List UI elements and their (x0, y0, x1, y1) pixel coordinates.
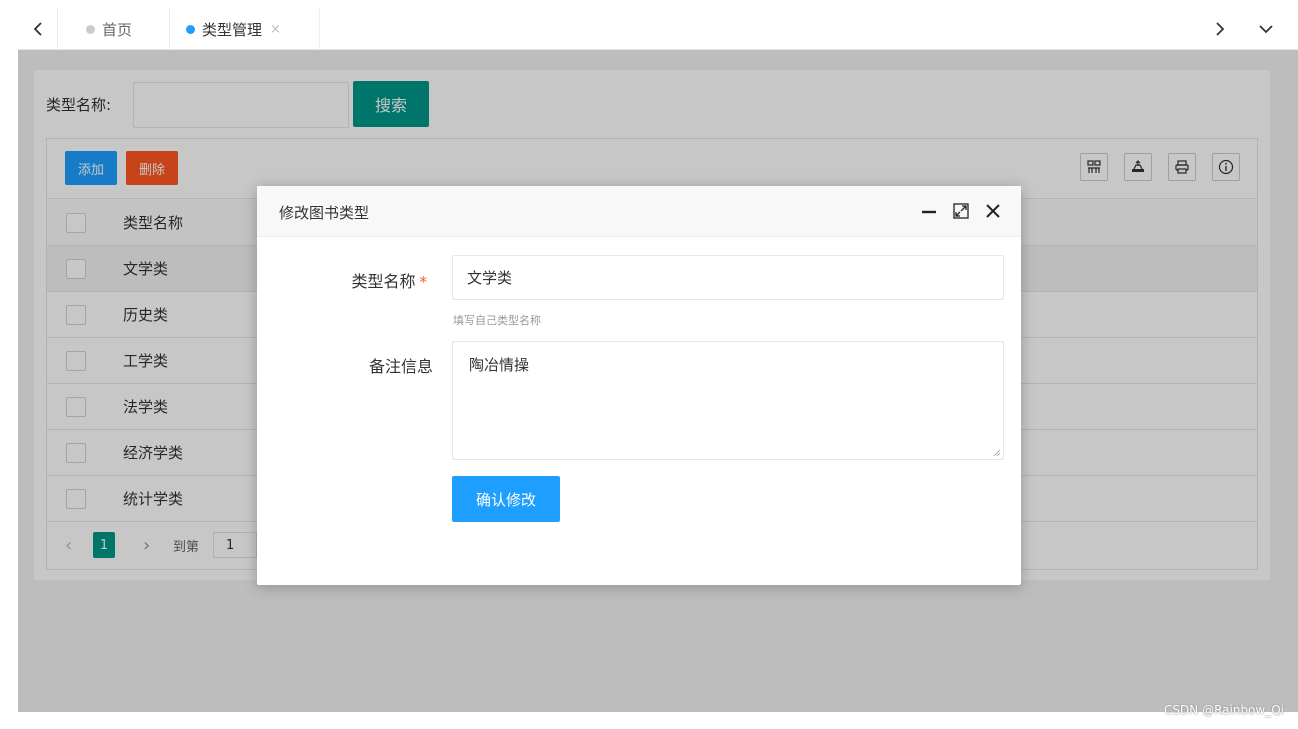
tab-menu-button[interactable] (1246, 8, 1286, 50)
dialog-title: 修改图书类型 (279, 204, 370, 222)
dialog-header: 修改图书类型 (257, 186, 1021, 237)
type-name-label: 类型名称 * (267, 268, 427, 292)
type-name-input[interactable]: 文学类 (452, 255, 1004, 300)
remark-text: 陶冶情操 (469, 356, 530, 374)
minimize-icon[interactable] (919, 198, 939, 224)
remark-label: 备注信息 (368, 357, 433, 376)
watermark: CSDN @Rainbow_Qi (1164, 703, 1284, 717)
chevron-right-icon (1216, 22, 1225, 36)
type-name-label-text: 类型名称 (351, 272, 416, 291)
tab-dot-icon (86, 24, 95, 34)
chevron-down-icon (1259, 25, 1273, 34)
tab-home-label: 首页 (102, 20, 133, 39)
resize-handle-icon[interactable] (993, 449, 1001, 457)
tab-prev-button[interactable] (18, 8, 58, 50)
edit-type-dialog: 修改图书类型 类型名称 * 文学类 填写自己类型名称 备注信息 陶冶情操 确认修改 (257, 186, 1021, 585)
confirm-edit-button[interactable]: 确认修改 (452, 476, 560, 522)
required-mark: * (419, 273, 428, 291)
dialog-controls (919, 198, 1003, 224)
tab-next-button[interactable] (1200, 8, 1240, 50)
chevron-left-icon (33, 22, 42, 36)
tab-active-label: 类型管理 (202, 20, 263, 39)
type-name-hint: 填写自己类型名称 (453, 314, 541, 327)
close-icon[interactable] (983, 198, 1003, 224)
tab-type-management[interactable]: 类型管理 × (170, 8, 320, 50)
tab-bar: 首页 类型管理 × (18, 8, 1298, 50)
tab-close-icon[interactable]: × (270, 22, 281, 37)
tab-home[interactable]: 首页 (70, 8, 170, 50)
tab-active-dot-icon (186, 24, 195, 34)
maximize-icon[interactable] (951, 198, 971, 224)
remark-textarea[interactable]: 陶冶情操 (452, 341, 1004, 460)
